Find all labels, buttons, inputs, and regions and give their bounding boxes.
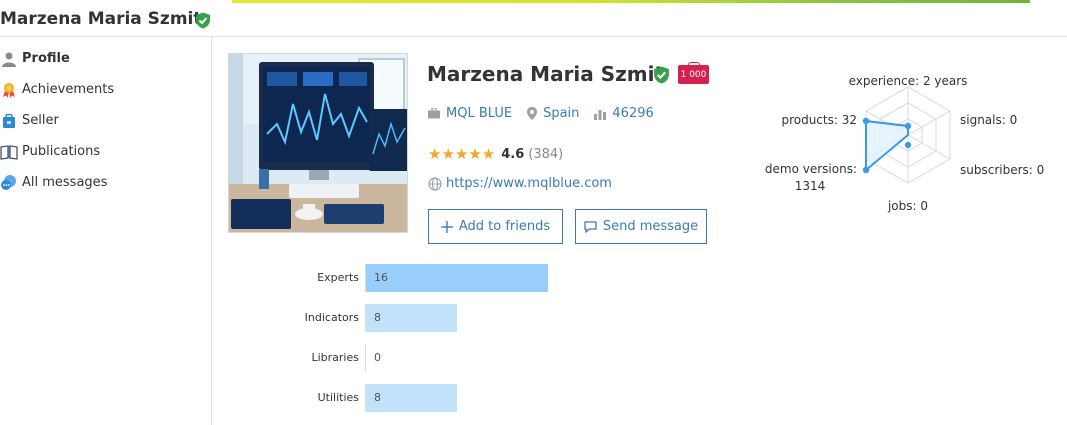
radar-label-experience: experience: 2 years	[849, 74, 968, 88]
briefcase-icon	[428, 108, 440, 119]
country-link[interactable]: Spain	[527, 106, 579, 121]
location-pin-icon	[527, 107, 538, 120]
send-message-button[interactable]: Send message	[575, 209, 707, 244]
sidebar-item-all-messages[interactable]: All messages	[0, 167, 114, 198]
bar-label: Libraries	[311, 351, 359, 364]
website-url: https://www.mqlblue.com	[446, 176, 612, 191]
company-name: MQL BLUE	[446, 106, 513, 121]
profile-name: Marzena Maria Szmit	[427, 62, 665, 86]
top-accent-bar	[232, 0, 1030, 3]
bar-label: Experts	[317, 271, 359, 284]
bar-label: Indicators	[304, 311, 359, 324]
bar-row-experts: Experts 16	[240, 264, 560, 292]
radar-label-signals: signals: 0	[960, 113, 1017, 127]
rating-points-link[interactable]: 46296	[594, 106, 654, 121]
rating-points: 46296	[612, 106, 654, 121]
sidebar-item-achievements[interactable]: Achievements	[0, 74, 114, 105]
sidebar-nav: Profile Achievements Seller Publications…	[0, 43, 114, 198]
profile-avatar	[228, 53, 408, 233]
bar-value-label: 8	[374, 311, 381, 324]
sidebar-item-label: All messages	[22, 175, 108, 190]
reviews-count-link[interactable]: (384)	[528, 147, 563, 162]
star-rating-icon: ★★★★★	[428, 145, 496, 163]
globe-icon	[428, 176, 442, 191]
book-icon	[0, 143, 18, 161]
sidebar-item-label: Achievements	[22, 82, 115, 97]
message-icon	[584, 220, 597, 233]
bar-chart-icon	[594, 109, 607, 120]
bar-row-libraries: Libraries 0	[240, 344, 560, 372]
verified-shield-icon	[653, 66, 670, 88]
radar-label-products: products: 32	[781, 113, 857, 127]
sidebar-item-seller[interactable]: Seller	[0, 105, 114, 136]
country-name: Spain	[543, 106, 580, 121]
sidebar-item-profile[interactable]: Profile	[0, 43, 114, 74]
website-link[interactable]: https://www.mqlblue.com	[428, 176, 612, 191]
radar-label-demo-versions: demo versions:	[765, 162, 857, 176]
sidebar-divider	[211, 37, 212, 425]
bar-label: Utilities	[317, 391, 359, 404]
radar-value-demo-versions: 1314	[795, 179, 826, 193]
add-to-friends-label: Add to friends	[458, 219, 551, 234]
sidebar-item-label: Seller	[22, 113, 59, 128]
bar-value-label: 16	[374, 271, 388, 284]
bar-row-utilities: Utilities 8	[240, 384, 560, 412]
bar-value-label: 0	[374, 351, 381, 364]
company-link[interactable]: MQL BLUE	[428, 106, 512, 121]
medal-icon	[0, 81, 18, 99]
header-divider	[0, 36, 1067, 37]
bar-row-indicators: Indicators 8	[240, 304, 560, 332]
profile-meta: MQL BLUE Spain 46296	[428, 106, 669, 121]
chat-icon	[0, 174, 18, 192]
sidebar-item-publications[interactable]: Publications	[0, 136, 114, 167]
achievement-badge[interactable]: 1 000	[678, 62, 709, 84]
shield-check-icon	[195, 12, 211, 33]
add-to-friends-button[interactable]: Add to friends	[428, 209, 563, 244]
user-icon	[0, 50, 18, 68]
bar-axis-line	[365, 344, 366, 372]
rating-row: ★★★★★ 4.6 (384)	[428, 145, 563, 163]
rating-value: 4.6	[501, 146, 525, 162]
bar-value-label: 8	[374, 391, 381, 404]
radar-label-subscribers: subscribers: 0	[960, 163, 1044, 177]
sidebar-item-label: Profile	[22, 51, 70, 66]
bar[interactable]	[366, 264, 548, 292]
shop-icon	[0, 112, 18, 130]
sidebar-item-label: Publications	[22, 144, 101, 159]
radar-label-jobs: jobs: 0	[887, 199, 928, 213]
plus-icon	[440, 220, 453, 233]
send-message-label: Send message	[602, 219, 699, 234]
profile-radar-chart: experience: 2 years signals: 0 subscribe…	[765, 74, 1044, 213]
page-title: Marzena Maria Szmit	[0, 9, 202, 29]
